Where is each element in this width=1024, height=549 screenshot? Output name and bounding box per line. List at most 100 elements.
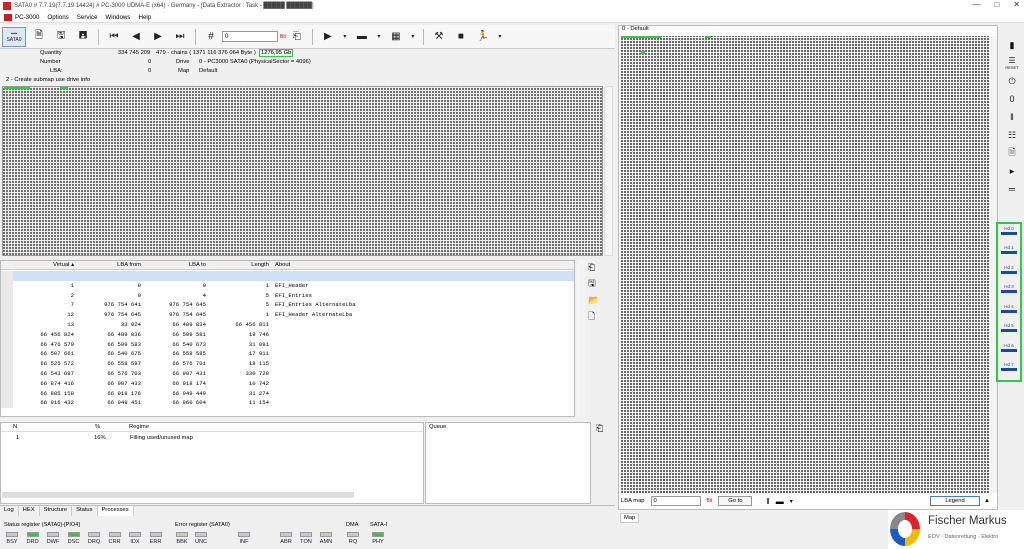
maximize-button[interactable]: □: [994, 0, 999, 9]
lba-input[interactable]: 0: [222, 31, 278, 42]
head-0-button[interactable]: Hd 0: [999, 226, 1019, 242]
grid-icon[interactable]: ▦: [387, 28, 405, 46]
counter-icon[interactable]: 0: [1002, 92, 1022, 106]
stop-icon[interactable]: ■: [452, 28, 470, 46]
lba-map-processed-marker: [641, 51, 645, 54]
lba-unit[interactable]: Bit: [280, 34, 286, 40]
task-icon[interactable]: 🗎: [30, 28, 48, 46]
export-queue-icon[interactable]: ⎗: [596, 423, 603, 434]
play-icon[interactable]: ▶: [319, 28, 337, 46]
open-folder-icon[interactable]: 📂: [588, 295, 612, 306]
menu-windows[interactable]: Windows: [105, 14, 130, 21]
menu-pc3000[interactable]: PC-3000: [15, 14, 39, 21]
menu-options[interactable]: Options: [47, 14, 68, 21]
drive-info-icon[interactable]: ▮: [1002, 38, 1022, 52]
col-length[interactable]: Length: [209, 261, 269, 270]
drive-port-icon[interactable]: ☷: [1002, 128, 1022, 142]
tab-processes[interactable]: Processes: [97, 506, 134, 516]
minimize-button[interactable]: —: [972, 0, 980, 9]
table-row[interactable]: [1, 271, 574, 281]
table-row[interactable]: 1 0 0 1 EFI_Header: [1, 280, 574, 291]
legend-button[interactable]: Legend: [930, 496, 980, 506]
table-row[interactable]: 66 543 687 66 576 703 66 907 431 330 729: [1, 369, 574, 379]
sector-map-scrollbar[interactable]: [604, 86, 613, 256]
table-row[interactable]: 66 456 824 66 489 836 66 509 581 19 746: [1, 329, 574, 340]
head-6-button[interactable]: Hd 6: [999, 343, 1019, 359]
table-row[interactable]: 12 976 754 645 976 754 645 1 EFI_Header Alte…: [1, 310, 574, 320]
table-row[interactable]: 13 33 024 66 489 834 66 456 811: [1, 320, 574, 330]
power-icon[interactable]: ⏻: [1002, 74, 1022, 88]
pause-drive-icon[interactable]: ‖: [1002, 110, 1022, 124]
table-row[interactable]: 7 976 754 641 976 754 645 5 EFI_Entries Alte…: [1, 300, 574, 311]
reset-button[interactable]: ☰ RESET: [1002, 56, 1022, 70]
tab-status[interactable]: Status: [72, 506, 98, 516]
table-row[interactable]: 66 916 432 66 949 451 66 960 604 11 154: [1, 398, 574, 409]
previous-record-icon[interactable]: ◀: [127, 28, 145, 46]
tab-structure[interactable]: Structure: [40, 506, 73, 516]
cell-from: [77, 271, 141, 280]
proc-n[interactable]: 1: [16, 435, 19, 441]
tools-icon[interactable]: ⚒: [430, 28, 448, 46]
export-table-icon[interactable]: ⎗: [588, 262, 612, 273]
lba-map-grid[interactable]: [621, 36, 990, 493]
sector-map-grid[interactable]: [2, 86, 603, 256]
processes-scrollbar[interactable]: [2, 492, 354, 498]
sata-port-button[interactable]: ━━ SATA0: [2, 26, 26, 47]
sata-cable-icon[interactable]: ═: [1002, 182, 1022, 196]
collapse-icon[interactable]: ▲: [984, 498, 990, 504]
head-4-button[interactable]: Hd 4: [999, 304, 1019, 320]
tab-map[interactable]: Map: [620, 513, 640, 523]
table-row[interactable]: 2 0 4 5 EFI_Entries: [1, 290, 574, 301]
head-3-button[interactable]: Hd 3: [999, 284, 1019, 300]
run-dropdown-icon[interactable]: ▾: [496, 28, 504, 46]
first-record-icon[interactable]: ⏮: [105, 28, 123, 46]
head-5-button[interactable]: Hd 5: [999, 323, 1019, 339]
head-7-button[interactable]: Hd 7: [999, 362, 1019, 378]
clear-icon[interactable]: 🗎: [1002, 146, 1022, 160]
map-view-icon[interactable]: ▬: [353, 28, 371, 46]
next-record-icon[interactable]: ▶: [149, 28, 167, 46]
goto-button[interactable]: Go to: [718, 496, 753, 506]
export-icon[interactable]: ⎗: [288, 28, 306, 46]
save-icon[interactable]: 🖫: [52, 28, 70, 46]
proc-pct[interactable]: 16%: [94, 435, 106, 441]
lba-map-input[interactable]: 0: [650, 496, 701, 506]
menu-bar: PC-3000 Options Service Windows Help: [0, 12, 1024, 23]
tab-log[interactable]: Log: [0, 506, 19, 516]
col-lba-to[interactable]: LBA to: [144, 261, 206, 270]
table-row[interactable]: 66 885 158 66 918 176 66 949 449 31 274: [1, 388, 574, 399]
run-icon[interactable]: 🏃: [474, 28, 492, 46]
col-lba-from[interactable]: LBA from: [77, 261, 141, 270]
tab-hex[interactable]: HEX: [19, 506, 40, 516]
cell-virtual: 7: [70, 301, 74, 309]
table-row[interactable]: 66 874 416 66 907 433 66 918 174 10 742: [1, 378, 574, 389]
hash-icon[interactable]: #: [202, 28, 220, 46]
last-record-icon[interactable]: ⏭: [171, 28, 189, 46]
save-table-icon[interactable]: 🖫: [588, 276, 612, 292]
table-row[interactable]: 66 525 572 66 558 587 66 576 701 18 115: [1, 359, 574, 369]
menu-help[interactable]: Help: [139, 14, 152, 21]
menu-service[interactable]: Service: [77, 14, 98, 21]
proc-regime[interactable]: Filling used/unused map: [130, 435, 193, 441]
arrow-right-icon[interactable]: ▸: [1002, 164, 1022, 178]
document-icon[interactable]: 🗋: [588, 309, 612, 325]
lba-map-unit[interactable]: Bit: [707, 498, 713, 504]
map-mode-icon[interactable]: ▬: [776, 497, 784, 506]
col-virtual[interactable]: Virtual ▴: [14, 261, 74, 270]
head-2-button[interactable]: Hd 2: [999, 265, 1019, 281]
head-1-button[interactable]: Hd 1: [999, 245, 1019, 261]
chain-table-scrollbar[interactable]: [577, 260, 585, 417]
table-row[interactable]: 66 476 570 66 509 583 66 540 673 31 091: [1, 339, 574, 350]
play-dropdown-icon[interactable]: ▾: [341, 28, 349, 46]
grid-dropdown-icon[interactable]: ▾: [409, 28, 417, 46]
lba-map-label: LBA map: [621, 498, 645, 504]
row-gutter: [1, 320, 13, 330]
map-view-dropdown-icon[interactable]: ▾: [375, 28, 383, 46]
close-button[interactable]: ✕: [1013, 0, 1020, 9]
table-side-toolbar: ⎗ 🖫 📂 🗋: [588, 262, 612, 322]
save-copy-icon[interactable]: 🖪: [74, 28, 92, 46]
pause-icon[interactable]: ‖: [766, 497, 769, 506]
col-about[interactable]: About: [275, 261, 565, 270]
map-mode-dropdown-icon[interactable]: ▾: [790, 498, 793, 505]
table-row[interactable]: 66 507 661 66 540 675 66 558 585 17 911: [1, 349, 574, 360]
